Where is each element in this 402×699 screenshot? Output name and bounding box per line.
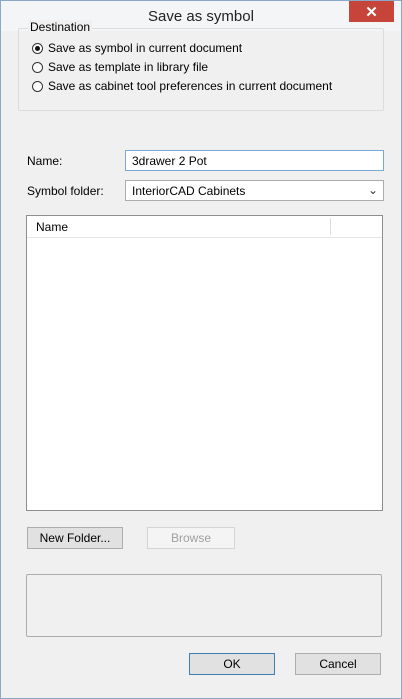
- symbol-folder-value: InteriorCAD Cabinets: [132, 184, 246, 198]
- radio-label: Save as symbol in current document: [48, 41, 243, 55]
- browse-button[interactable]: Browse: [147, 527, 235, 549]
- cancel-button[interactable]: Cancel: [295, 653, 381, 675]
- radio-label: Save as cabinet tool preferences in curr…: [48, 79, 333, 93]
- radio-save-cabinet-preferences[interactable]: Save as cabinet tool preferences in curr…: [32, 79, 332, 93]
- radio-save-symbol-current-doc[interactable]: Save as symbol in current document: [32, 41, 242, 55]
- name-input[interactable]: 3drawer 2 Pot: [125, 150, 384, 171]
- symbol-folder-label: Symbol folder:: [27, 184, 104, 198]
- list-header: Name: [27, 216, 382, 238]
- info-panel: [26, 574, 382, 637]
- radio-label: Save as template in library file: [48, 60, 209, 74]
- new-folder-button[interactable]: New Folder...: [27, 527, 123, 549]
- chevron-down-icon: ⌄: [367, 183, 378, 197]
- radio-save-template-library[interactable]: Save as template in library file: [32, 60, 208, 74]
- radio-button-icon[interactable]: [32, 61, 43, 73]
- radio-button-checked-icon[interactable]: [32, 42, 43, 54]
- close-button[interactable]: ✕: [349, 1, 394, 22]
- destination-legend: Destination: [28, 20, 93, 34]
- column-header-name[interactable]: Name: [36, 220, 68, 234]
- symbol-list[interactable]: Name: [26, 215, 383, 511]
- close-icon: ✕: [365, 3, 378, 21]
- name-label: Name:: [27, 154, 63, 168]
- radio-button-icon[interactable]: [32, 80, 43, 92]
- column-separator[interactable]: [330, 218, 331, 235]
- ok-button[interactable]: OK: [189, 653, 275, 675]
- symbol-folder-select[interactable]: InteriorCAD Cabinets ⌄: [125, 180, 384, 201]
